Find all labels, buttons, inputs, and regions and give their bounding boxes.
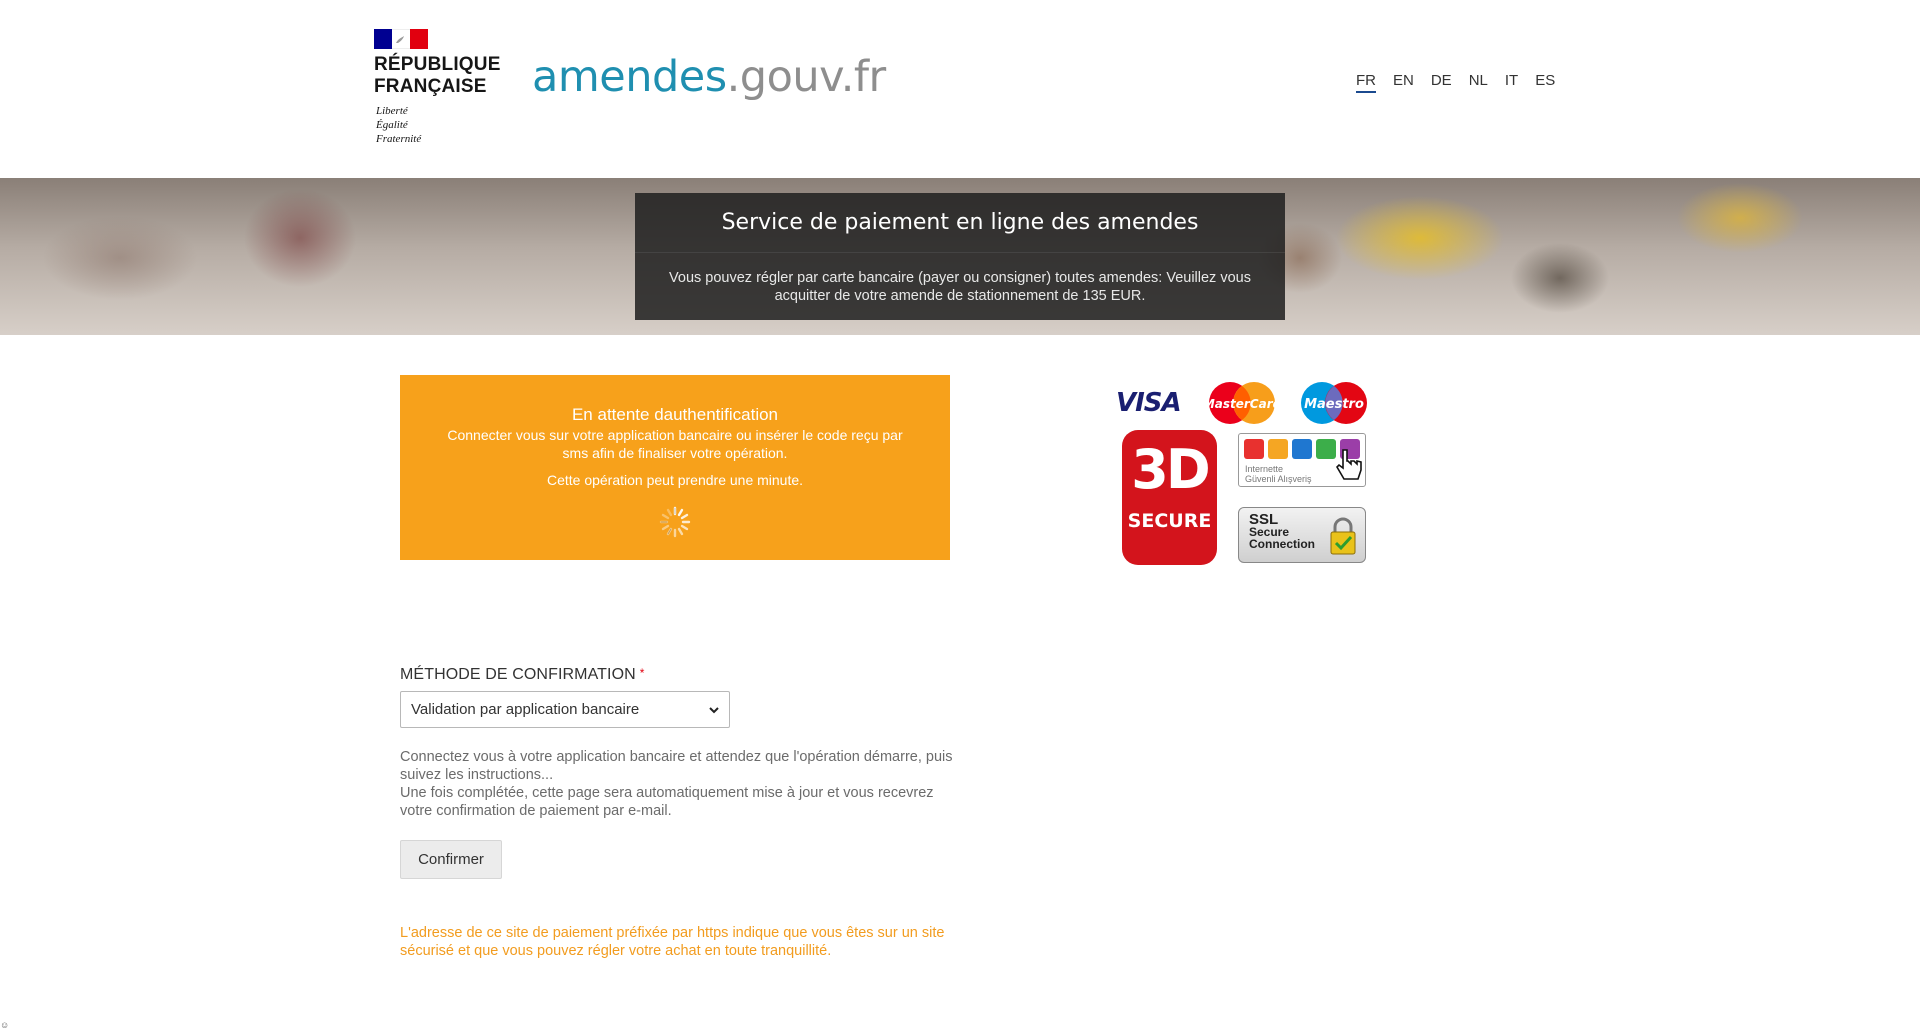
pending-title: En attente dauthentification — [571, 405, 779, 424]
confirmation-help-text: Connectez vous à votre application banca… — [400, 749, 953, 819]
selected-method: Validation par application bancaire — [411, 701, 640, 718]
mastercard-text: MasterCard — [1206, 397, 1278, 411]
language-selector: FR EN DE NL IT ES — [1356, 72, 1572, 93]
maestro-text: Maestro — [1304, 397, 1364, 412]
3d-secure-logo: 3D SECURE — [1122, 430, 1217, 565]
authentication-pending-panel: En attente dauthentification Connecter v… — [400, 375, 950, 560]
safe-shopping-caption: Internette Güvenli Alışveriş — [1245, 464, 1312, 484]
republic-motto: Liberté Égalité Fraternité — [376, 105, 422, 145]
mastercard-logo: MasterCard — [1206, 382, 1278, 424]
marianne-flag-icon — [374, 29, 428, 49]
required-mark: * — [639, 666, 645, 680]
ssl-secure-connection-badge: SSL Secure Connection — [1238, 507, 1366, 563]
corner-glyph: ☺ — [0, 1020, 10, 1030]
lang-nl[interactable]: NL — [1469, 72, 1488, 93]
loading-spinner-icon — [659, 506, 691, 538]
confirmation-method-label: MÉTHODE DE CONFIRMATION * — [400, 666, 645, 683]
banner-description: Vous pouvez régler par carte bancaire (p… — [669, 270, 1251, 304]
safe-shopping-badge: Internette Güvenli Alışveriş — [1238, 433, 1366, 487]
brand-name: amendes — [532, 52, 727, 102]
confirmation-method-select[interactable]: Validation par application bancaire — [400, 691, 730, 728]
lang-en[interactable]: EN — [1393, 72, 1414, 93]
lang-de[interactable]: DE — [1431, 72, 1452, 93]
lang-it[interactable]: IT — [1505, 72, 1518, 93]
lang-es[interactable]: ES — [1535, 72, 1555, 93]
hero-banner: Service de paiement en ligne des amendes… — [0, 178, 1920, 335]
padlock-icon — [1330, 517, 1356, 555]
confirm-button[interactable]: Confirmer — [400, 840, 502, 879]
hand-cursor-icon — [1335, 449, 1362, 480]
site-header: RÉPUBLIQUE FRANÇAISE Liberté Égalité Fra… — [0, 0, 1920, 178]
site-brand[interactable]: amendes.gouv.fr — [532, 52, 886, 102]
banner-panel: Service de paiement en ligne des amendes… — [635, 193, 1285, 320]
brand-domain: .gouv.fr — [726, 52, 887, 102]
payment-security-logos: VISA MasterCard Maestro 3D SECURE Intern… — [1110, 375, 1380, 575]
pending-instructions: Connecter vous sur votre application ban… — [447, 427, 903, 461]
visa-logo: VISA — [1116, 388, 1182, 418]
republic-name: RÉPUBLIQUE FRANÇAISE — [374, 54, 501, 97]
lang-fr[interactable]: FR — [1356, 72, 1376, 93]
pending-duration-note: Cette opération peut prendre une minute. — [546, 472, 804, 488]
maestro-logo: Maestro — [1301, 382, 1367, 424]
chevron-down-icon — [709, 707, 719, 714]
secure-site-note: L'adresse de ce site de paiement préfixé… — [400, 925, 945, 959]
page-title: Service de paiement en ligne des amendes — [635, 193, 1285, 253]
